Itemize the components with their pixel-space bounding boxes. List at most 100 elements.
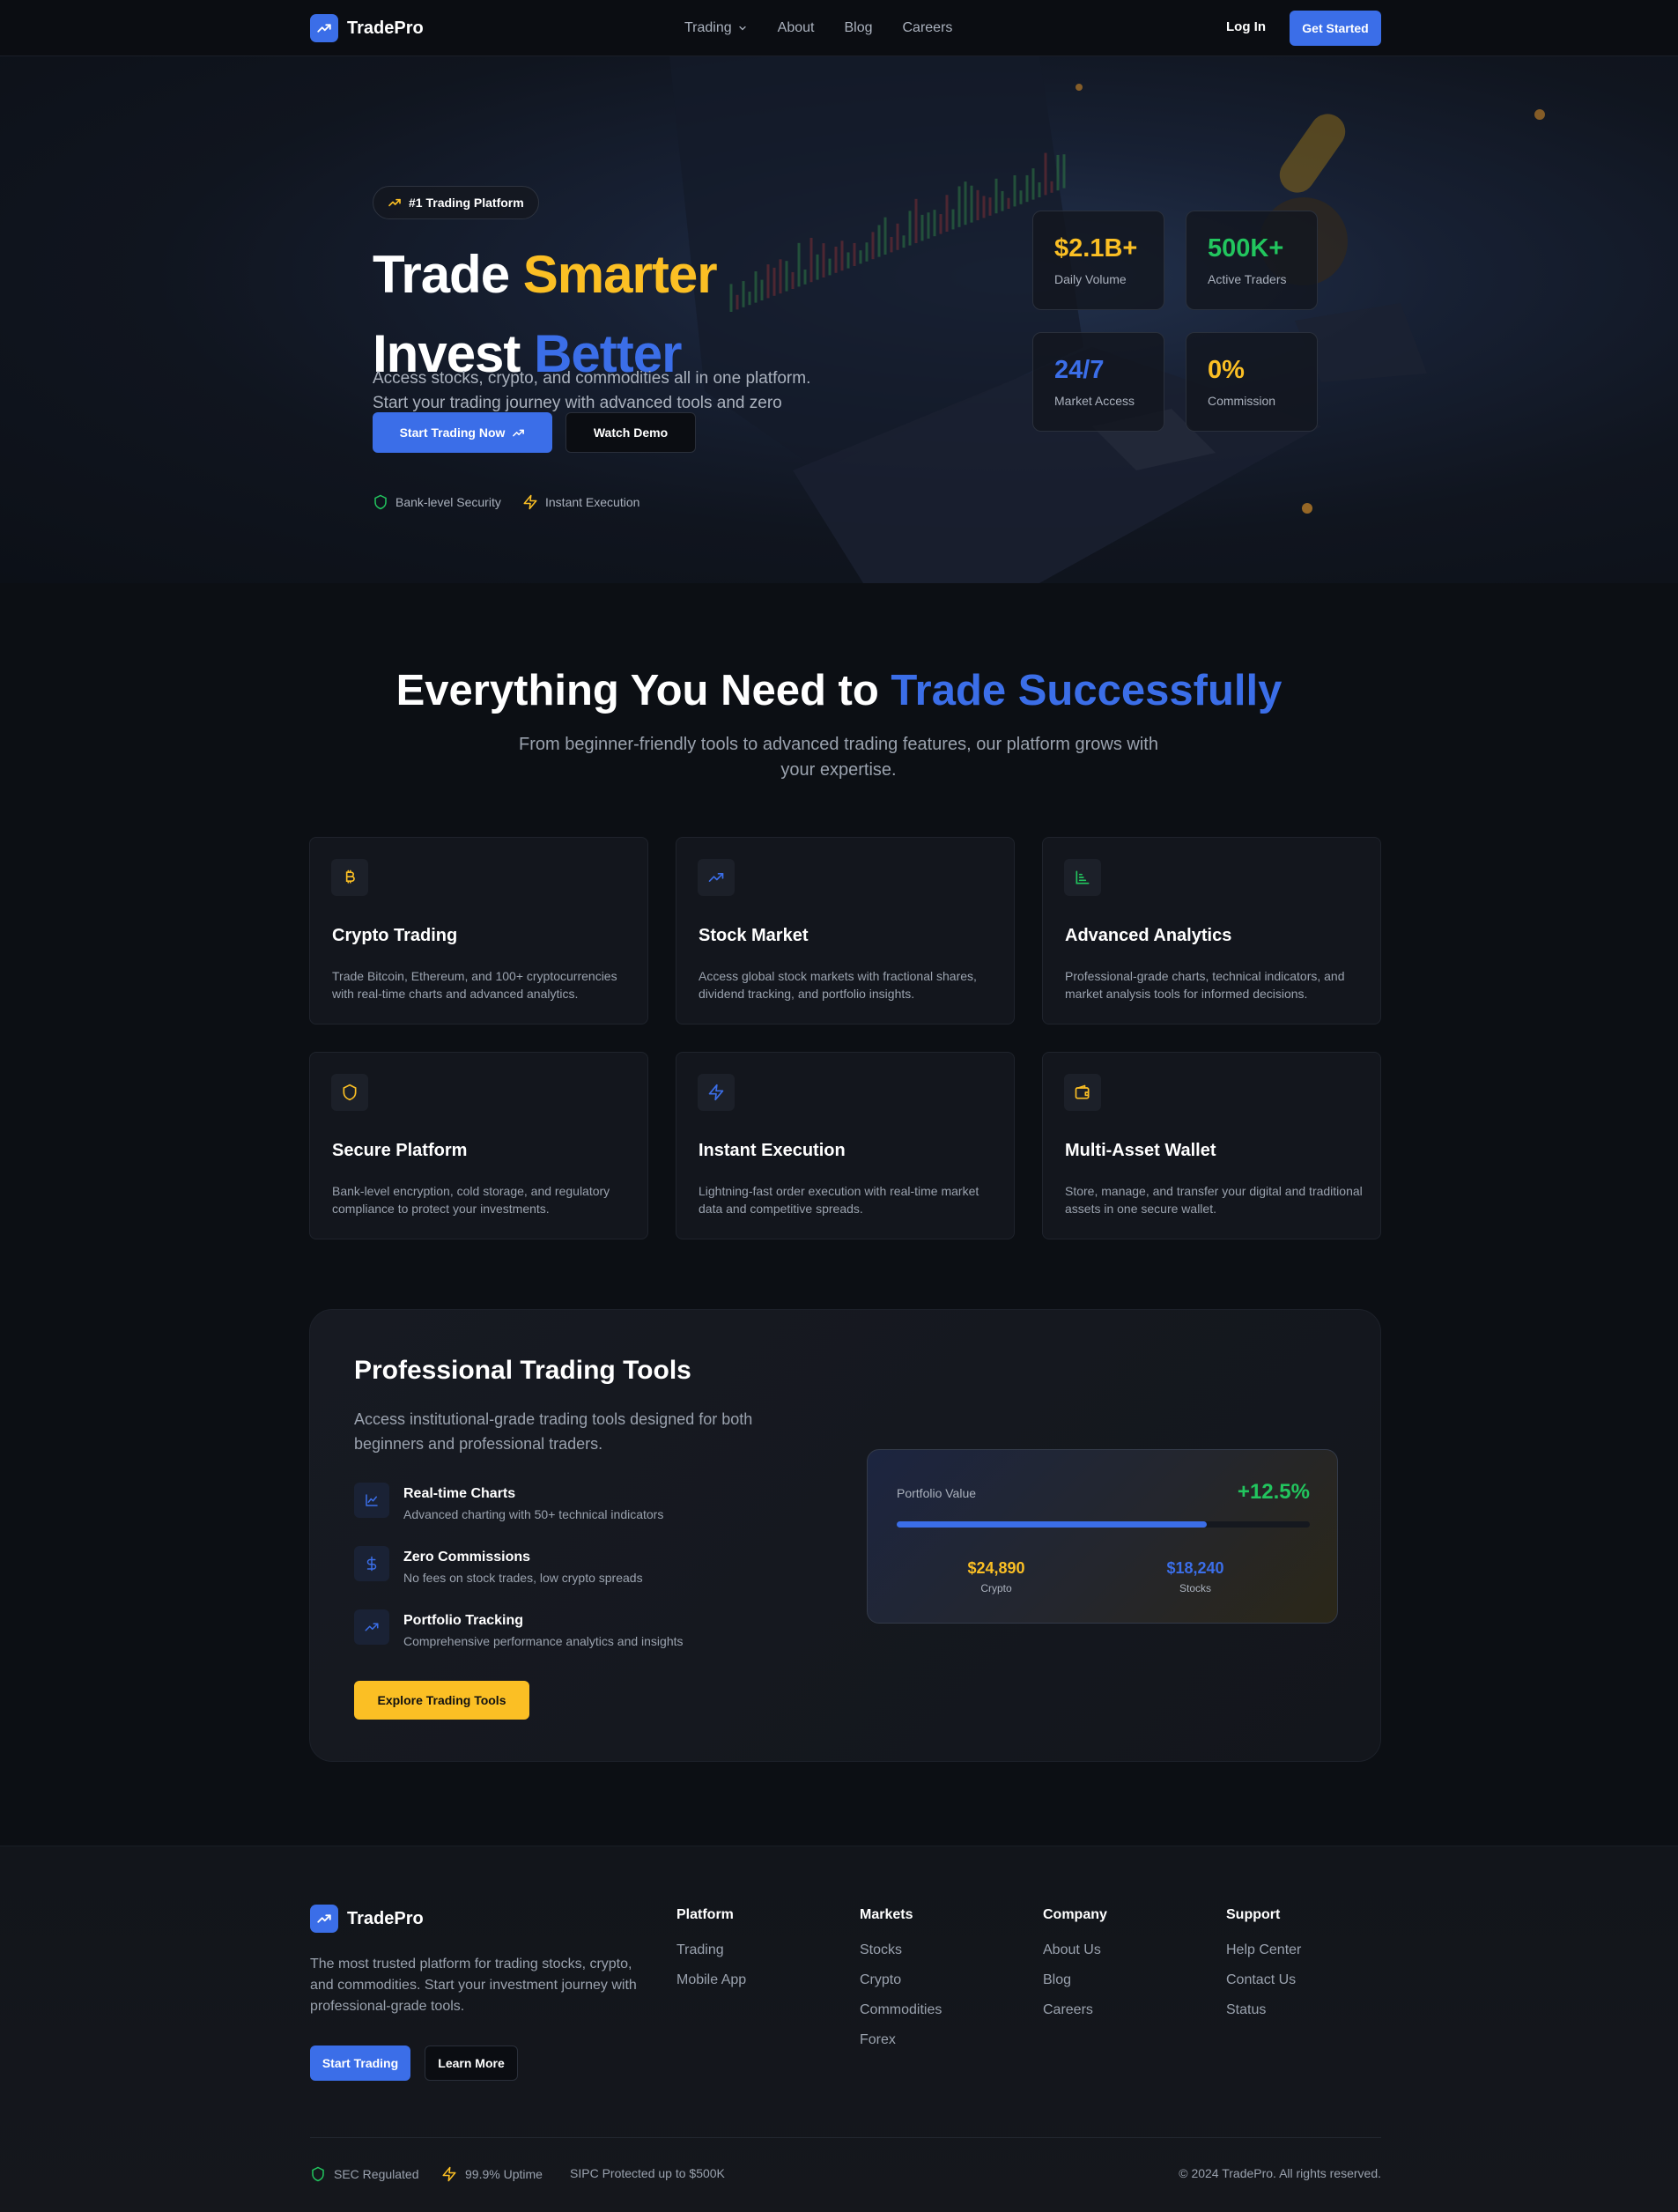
stat-value: 24/7 — [1054, 356, 1105, 384]
card-description: Store, manage, and transfer your digital… — [1065, 1184, 1363, 1216]
top-navbar: TradePro Trading About Blog Careers Log … — [0, 0, 1678, 56]
wallet-icon — [1064, 1074, 1101, 1111]
chevron-down-icon — [739, 26, 746, 31]
footer-column-platform: Platform Trading Mobile App — [676, 1907, 746, 2002]
features-title-part: Everything You Need to — [395, 667, 891, 714]
nav-link-careers[interactable]: Careers — [903, 20, 953, 36]
feature-card-stock-market: Stock Market Access global stock markets… — [676, 837, 1015, 1025]
card-description: Professional-grade charts, technical ind… — [1065, 969, 1345, 1001]
feature-card-instant-execution: Instant Execution Lightning-fast order e… — [676, 1052, 1015, 1239]
stat-label: Active Traders — [1208, 272, 1287, 286]
start-trading-now-button[interactable]: Start Trading Now — [373, 412, 552, 453]
footer-link-about-us[interactable]: About Us — [1043, 1942, 1107, 1958]
stat-label: Market Access — [1054, 394, 1135, 408]
footer-badge-label: SEC Regulated — [334, 2167, 419, 2181]
tool-name: Real-time Charts — [403, 1486, 516, 1501]
asset-label: Stocks — [1179, 1582, 1211, 1594]
stat-value: 500K+ — [1208, 234, 1284, 263]
footer-brand-logo[interactable]: TradePro — [310, 1905, 424, 1933]
footer-link-crypto[interactable]: Crypto — [860, 1972, 942, 1988]
stat-market-access: 24/7 Market Access — [1032, 332, 1164, 432]
trending-up-icon — [310, 1905, 338, 1933]
footer-badge-sipc: SIPC Protected up to $500K — [570, 2166, 725, 2180]
footer-badge-label: 99.9% Uptime — [465, 2167, 543, 2181]
tool-real-time-charts: Real-time Charts Advanced charting with 5… — [354, 1483, 663, 1521]
card-description: Trade Bitcoin, Ethereum, and 100+ crypto… — [332, 969, 617, 1001]
brand-logo[interactable]: TradePro — [310, 14, 424, 42]
footer-link-stocks[interactable]: Stocks — [860, 1942, 942, 1958]
card-description: Lightning-fast order execution with real… — [699, 1184, 979, 1216]
footer — [0, 1846, 1678, 2212]
bitcoin-icon — [331, 859, 368, 896]
nav-link-blog[interactable]: Blog — [844, 20, 872, 36]
footer-column-support: Support Help Center Contact Us Status — [1226, 1907, 1301, 2032]
portfolio-crypto: $24,890 Crypto — [908, 1559, 1084, 1594]
asset-amount: $18,240 — [1166, 1559, 1224, 1577]
features-title-highlight: Trade Successfully — [891, 667, 1283, 714]
trending-up-icon — [513, 429, 525, 436]
trust-security-label: Bank-level Security — [395, 495, 501, 509]
footer-badge-label: SIPC Protected up to $500K — [570, 2166, 725, 2180]
portfolio-value-card: Portfolio Value +12.5% $24,890 Crypto $1… — [867, 1449, 1338, 1624]
portfolio-progress-fill — [897, 1521, 1207, 1528]
footer-link-forex[interactable]: Forex — [860, 2032, 942, 2048]
footer-link-contact-us[interactable]: Contact Us — [1226, 1972, 1301, 1988]
lightning-icon — [442, 2166, 456, 2182]
footer-link-trading[interactable]: Trading — [676, 1942, 746, 1958]
features-title: Everything You Need to Trade Successfull… — [0, 666, 1678, 715]
footer-column-heading: Platform — [676, 1907, 734, 1922]
asset-amount: $24,890 — [967, 1559, 1025, 1577]
watch-demo-button[interactable]: Watch Demo — [565, 412, 696, 453]
stat-label: Daily Volume — [1054, 272, 1127, 286]
get-started-button[interactable]: Get Started — [1290, 11, 1381, 46]
tool-name: Portfolio Tracking — [403, 1613, 524, 1628]
portfolio-progress-bar — [897, 1521, 1310, 1528]
feature-card-advanced-analytics: Advanced Analytics Professional-grade ch… — [1042, 837, 1381, 1025]
trust-security: Bank-level Security — [373, 494, 501, 510]
nav-link-trading[interactable]: Trading — [684, 20, 748, 36]
footer-divider — [310, 2137, 1381, 2138]
stat-value: 0% — [1208, 356, 1245, 384]
nav-link-about[interactable]: About — [778, 20, 815, 36]
hero-section: #1 Trading Platform Trade Smarter Invest… — [0, 56, 1678, 583]
brand-name: TradePro — [347, 18, 424, 38]
start-trading-now-label: Start Trading Now — [399, 425, 506, 440]
hero-title-part: Trade — [373, 245, 523, 304]
tool-description: Comprehensive performance analytics and … — [403, 1634, 684, 1648]
shield-icon — [331, 1074, 368, 1111]
footer-link-status[interactable]: Status — [1226, 2002, 1301, 2018]
tools-subtitle: Access institutional-grade trading tools… — [354, 1410, 753, 1453]
tool-description: Advanced charting with 50+ technical ind… — [403, 1507, 664, 1521]
trending-up-icon — [698, 859, 735, 896]
footer-link-commodities[interactable]: Commodities — [860, 2002, 942, 2018]
footer-link-mobile-app[interactable]: Mobile App — [676, 1972, 746, 1988]
lightning-icon — [523, 494, 537, 510]
footer-link-careers[interactable]: Careers — [1043, 2002, 1107, 2018]
footer-link-help-center[interactable]: Help Center — [1226, 1942, 1301, 1958]
login-link[interactable]: Log In — [1226, 19, 1266, 34]
stat-active-traders: 500K+ Active Traders — [1186, 211, 1318, 310]
hero-title-highlight: Smarter — [522, 245, 718, 304]
footer-start-trading-button[interactable]: Start Trading — [310, 2046, 410, 2081]
feature-card-crypto-trading: Crypto Trading Trade Bitcoin, Ethereum, … — [309, 837, 648, 1025]
shield-icon — [312, 2166, 324, 2182]
footer-learn-more-button[interactable]: Learn More — [425, 2046, 518, 2081]
footer-link-blog[interactable]: Blog — [1043, 1972, 1107, 1988]
feature-card-multi-asset-wallet: Multi-Asset Wallet Store, manage, and tr… — [1042, 1052, 1381, 1239]
tool-portfolio-tracking: Portfolio Tracking Comprehensive performa… — [354, 1609, 684, 1648]
badge-label: #1 Trading Platform — [409, 196, 524, 210]
tool-name: Zero Commissions — [403, 1550, 531, 1565]
card-title: Crypto Trading — [332, 926, 458, 945]
trending-up-icon — [310, 14, 338, 42]
card-title: Advanced Analytics — [1065, 926, 1232, 945]
hero-background-laptop-illustration — [669, 56, 1545, 583]
explore-trading-tools-button[interactable]: Explore Trading Tools — [354, 1681, 529, 1720]
line-chart-icon — [354, 1483, 389, 1518]
footer-description: The most trusted platform for trading st… — [310, 1957, 637, 2014]
footer-column-heading: Support — [1226, 1907, 1281, 1922]
footer-column-company: Company About Us Blog Careers — [1043, 1907, 1107, 2032]
stat-value: $2.1B+ — [1054, 234, 1138, 263]
footer-column-heading: Markets — [860, 1907, 913, 1922]
trending-up-icon — [388, 198, 401, 207]
nav-links: Trading About Blog Careers — [684, 0, 952, 56]
